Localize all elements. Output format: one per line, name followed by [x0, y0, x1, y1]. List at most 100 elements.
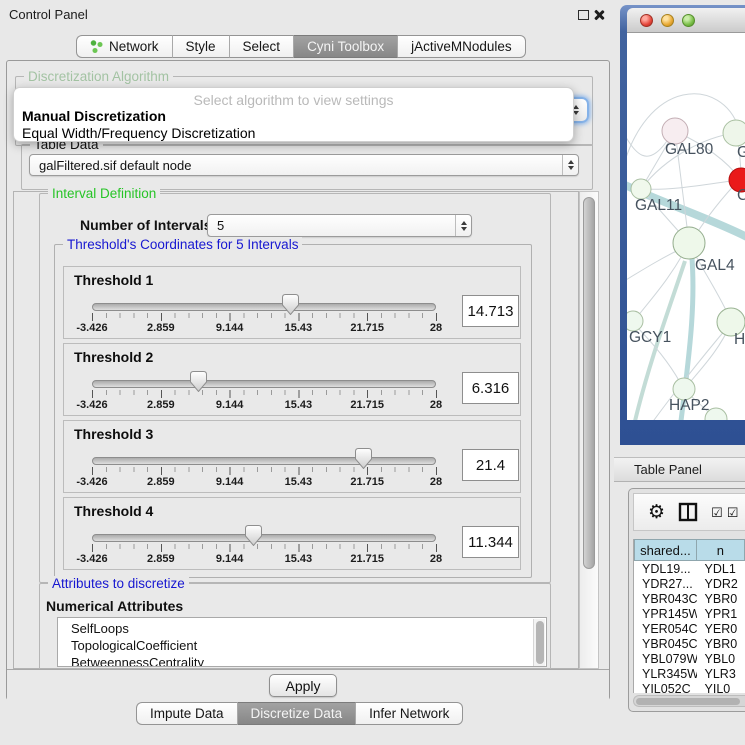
stepper-up-icon: [461, 221, 467, 225]
algorithm-option[interactable]: Manual Discretization: [22, 108, 166, 124]
table-row[interactable]: YPR145WYPR1: [634, 606, 745, 621]
table-cell: YBR045C: [634, 636, 697, 651]
table-hscrollbar[interactable]: [633, 695, 745, 707]
tab-discretize-data[interactable]: Discretize Data: [238, 702, 357, 725]
network-node-g-node[interactable]: [723, 120, 745, 146]
table-row[interactable]: YDR27...YDR2: [634, 576, 745, 591]
tab-select[interactable]: Select: [230, 35, 295, 58]
close-icon[interactable]: [593, 9, 605, 21]
network-node-gal11[interactable]: [631, 179, 651, 199]
table-row[interactable]: YBR045CYBR0: [634, 636, 745, 651]
checkbox-checked-icon[interactable]: ☑: [727, 506, 739, 519]
tab-label: Infer Network: [369, 706, 449, 721]
apply-button[interactable]: Apply: [269, 674, 337, 697]
column-header[interactable]: shared...: [634, 539, 697, 561]
slider-thumb-icon[interactable]: [282, 294, 299, 315]
slider-scale: -3.4262.8599.14415.4321.71528: [92, 322, 436, 335]
table-cell: YLR345W: [634, 666, 697, 681]
combo-stepper[interactable]: [455, 215, 471, 236]
table-row[interactable]: YIL052CYIL0: [634, 681, 745, 693]
attributes-list[interactable]: SelfLoopsTopologicalCoefficientBetweenne…: [57, 617, 547, 667]
column-header[interactable]: n: [697, 539, 745, 561]
checkbox-checked-icon[interactable]: ☑: [711, 506, 723, 519]
table-row[interactable]: YBL079WYBL0: [634, 651, 745, 666]
attribute-list-item[interactable]: BetweennessCentrality: [58, 654, 546, 667]
table-row[interactable]: YLR345WYLR3: [634, 666, 745, 681]
table-cell: YDL1: [697, 561, 745, 576]
slider-thumb-icon[interactable]: [190, 371, 207, 392]
table-data-combo[interactable]: galFiltered.sif default node: [29, 154, 579, 176]
slider-major-ticks: [92, 467, 438, 475]
node-label: GCY1: [629, 329, 671, 346]
threshold-value-box[interactable]: 14.713: [462, 295, 519, 327]
threshold-value-box[interactable]: 6.316: [462, 372, 519, 404]
tab-impute-data[interactable]: Impute Data: [136, 702, 238, 725]
close-traffic-light-icon[interactable]: [640, 14, 653, 27]
node-label: HAP2: [669, 397, 710, 414]
number-of-intervals-combo[interactable]: 5: [207, 214, 472, 237]
tab-style[interactable]: Style: [173, 35, 230, 58]
attribute-list-item[interactable]: SelfLoops: [58, 620, 546, 637]
table-cell: YDR27...: [634, 576, 697, 591]
thresholds-group: Threshold's Coordinates for 5 Intervals …: [54, 244, 532, 578]
slider-thumb-icon[interactable]: [245, 525, 262, 546]
table-cell: YBL0: [697, 651, 745, 666]
tab-infer-network[interactable]: Infer Network: [356, 702, 463, 725]
network-window-titlebar[interactable]: [627, 8, 745, 33]
number-of-intervals-label: Number of Intervals: [80, 217, 211, 233]
scale-label: -3.426: [76, 322, 107, 334]
attribute-list-item[interactable]: TopologicalCoefficient: [58, 637, 546, 654]
attributes-scrollbar[interactable]: [533, 619, 545, 666]
column-layout-icon[interactable]: [678, 502, 698, 522]
threshold-value-box[interactable]: 11.344: [462, 526, 519, 558]
panel-scrollbar[interactable]: [579, 191, 599, 669]
minimize-traffic-light-icon[interactable]: [661, 14, 674, 27]
table-rows: YDL19...YDL1YDR27...YDR2YBR043CYBR0YPR14…: [634, 561, 745, 693]
scale-label: 21.715: [350, 322, 384, 334]
scale-label: 28: [430, 553, 442, 565]
slider-track[interactable]: [92, 380, 436, 388]
scrollbar-thumb[interactable]: [583, 197, 595, 569]
tab-jactivemnodules[interactable]: jActiveMNodules: [398, 35, 526, 58]
slider-track[interactable]: [92, 457, 436, 465]
combo-stepper[interactable]: [562, 155, 578, 175]
table-row[interactable]: YER054CYER0: [634, 621, 745, 636]
node-label: H: [734, 331, 745, 348]
slider-major-ticks: [92, 544, 438, 552]
table-cell: YBR043C: [634, 591, 697, 606]
algorithm-option[interactable]: Equal Width/Frequency Discretization: [22, 125, 255, 141]
slider-track[interactable]: [92, 303, 436, 311]
settings-gear-icon[interactable]: ⚙: [648, 503, 665, 522]
scale-label: 21.715: [350, 399, 384, 411]
slider-thumb-icon[interactable]: [355, 448, 372, 469]
scale-label: -3.426: [76, 476, 107, 488]
table-row[interactable]: YDL19...YDL1: [634, 561, 745, 576]
node-table[interactable]: shared...n YDL19...YDL1YDR27...YDR2YBR04…: [633, 539, 745, 693]
table-cell: YBR0: [697, 636, 745, 651]
attributes-items: SelfLoopsTopologicalCoefficientBetweenne…: [58, 620, 546, 667]
table-panel: ⚙ ☑ ☑ shared...n YDL19...YDL1YDR27...YDR…: [628, 488, 745, 712]
scrollbar-thumb[interactable]: [536, 621, 544, 664]
stepper-up-icon: [568, 160, 574, 164]
scrollbar-thumb[interactable]: [636, 698, 740, 705]
table-cell: YBL079W: [634, 651, 697, 666]
node-label: GAL80: [665, 141, 714, 158]
table-cell: YBR0: [697, 591, 745, 606]
stepper-down-icon: [568, 166, 574, 170]
table-row[interactable]: YBR043CYBR0: [634, 591, 745, 606]
float-window-icon[interactable]: [578, 10, 589, 20]
algorithm-dropdown-popup: Select algorithm to view settings Manual…: [13, 87, 574, 142]
table-header-row: shared...n: [634, 539, 745, 561]
node-label: GAL4: [695, 257, 735, 274]
threshold-label: Threshold 2: [74, 349, 153, 365]
network-node-gcy1[interactable]: [627, 311, 643, 331]
slider-track[interactable]: [92, 534, 436, 542]
tab-network[interactable]: Network: [76, 35, 173, 58]
network-node-gal4[interactable]: [673, 227, 705, 259]
slider-scale: -3.4262.8599.14415.4321.71528: [92, 553, 436, 566]
table-cell: YDR2: [697, 576, 745, 591]
threshold-value-box[interactable]: 21.4: [462, 449, 519, 481]
network-canvas[interactable]: GAL80G.CGAL11GAL4GCY1HHAP2: [627, 33, 745, 420]
tab-cyni-toolbox[interactable]: Cyni Toolbox: [294, 35, 398, 58]
zoom-traffic-light-icon[interactable]: [682, 14, 695, 27]
